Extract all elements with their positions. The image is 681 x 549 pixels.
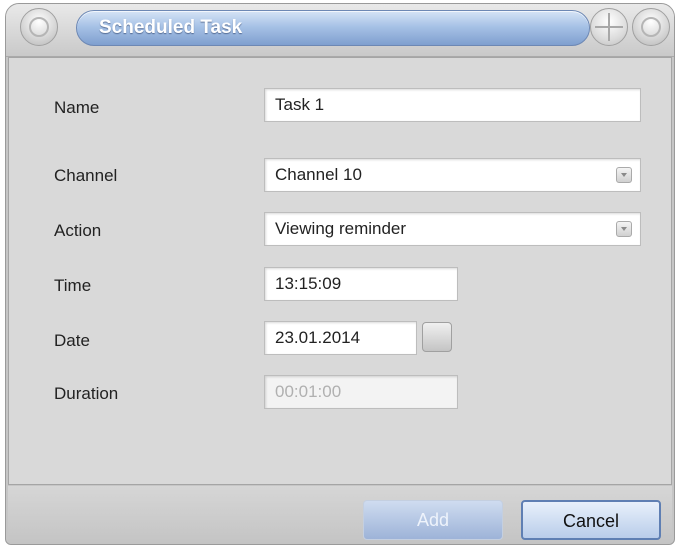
- action-value: Viewing reminder: [275, 219, 407, 238]
- add-button[interactable]: Add: [363, 500, 503, 540]
- duration-label: Duration: [54, 384, 119, 403]
- channel-value: Channel 10: [275, 165, 362, 184]
- name-input[interactable]: Task 1: [264, 88, 641, 122]
- channel-label: Channel: [54, 166, 118, 185]
- calendar-icon[interactable]: [422, 322, 452, 352]
- date-label: Date: [54, 331, 90, 350]
- close-icon[interactable]: [632, 8, 670, 46]
- plus-icon[interactable]: [590, 8, 628, 46]
- date-input[interactable]: 23.01.2014: [264, 321, 417, 355]
- chevron-down-icon[interactable]: [616, 167, 632, 183]
- window-menu-icon[interactable]: [20, 8, 58, 46]
- name-label: Name: [54, 98, 100, 117]
- dialog-footer: Add Cancel: [8, 486, 672, 544]
- scheduled-task-dialog: Scheduled Task Name Task 1 Channel Chann…: [5, 3, 675, 545]
- window-title: Scheduled Task: [99, 17, 243, 38]
- time-label: Time: [54, 276, 92, 295]
- time-input[interactable]: 13:15:09: [264, 267, 458, 301]
- action-select[interactable]: Viewing reminder: [264, 212, 641, 246]
- title-pill: Scheduled Task: [76, 10, 590, 46]
- action-label: Action: [54, 221, 102, 240]
- cancel-button[interactable]: Cancel: [521, 500, 661, 540]
- title-bar: Scheduled Task: [6, 4, 674, 57]
- duration-input: 00:01:00: [264, 375, 458, 409]
- form-panel: Name Task 1 Channel Channel 10 Action Vi…: [8, 57, 672, 485]
- channel-select[interactable]: Channel 10: [264, 158, 641, 192]
- chevron-down-icon[interactable]: [616, 221, 632, 237]
